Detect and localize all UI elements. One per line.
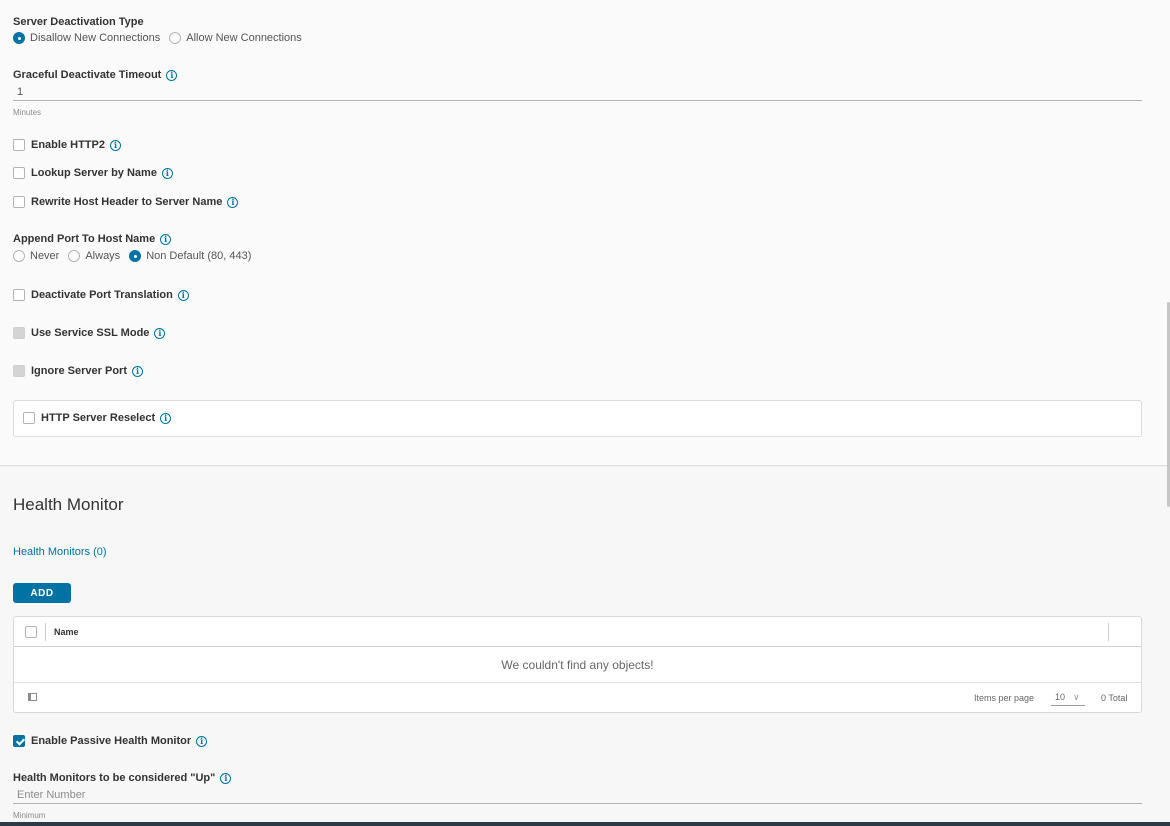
ignore-port-label: Ignore Server Port — [31, 365, 127, 377]
items-per-page-label: Items per page — [974, 693, 1035, 703]
radio-always[interactable] — [68, 250, 81, 262]
deactivation-type-radio-group: Disallow New Connections Allow New Conne… — [13, 32, 311, 44]
health-monitors-link[interactable]: Health Monitors (0) — [13, 546, 107, 558]
rewrite-host-row: Rewrite Host Header to Server Name i — [13, 196, 239, 208]
info-icon[interactable]: i — [131, 365, 143, 377]
column-toggle-icon[interactable] — [28, 693, 37, 701]
chevron-down-icon: ∨ — [1073, 691, 1080, 702]
up-label: Health Monitors to be considered "Up" — [13, 772, 216, 784]
total-count: 0 Total — [1101, 693, 1128, 703]
radio-allow-new-connections[interactable] — [169, 32, 182, 44]
port-translation-checkbox[interactable] — [13, 289, 25, 301]
enable-http2-label: Enable HTTP2 — [31, 139, 105, 151]
service-ssl-checkbox[interactable] — [13, 327, 25, 339]
datagrid-footer: Items per page 10 ∨ 0 Total — [14, 684, 1141, 712]
service-ssl-row: Use Service SSL Mode i — [13, 327, 166, 339]
info-icon[interactable]: i — [160, 233, 172, 245]
radio-non-default[interactable] — [129, 250, 142, 262]
radio-disallow-new-connections[interactable] — [13, 32, 25, 44]
up-label-row: Health Monitors to be considered "Up" i — [13, 772, 232, 784]
info-icon[interactable]: i — [177, 289, 189, 301]
datagrid-empty-message: We couldn't find any objects! — [14, 648, 1141, 683]
radio-label-non-default: Non Default (80, 443) — [146, 250, 252, 262]
info-icon[interactable]: i — [160, 412, 172, 424]
passive-health-checkbox[interactable] — [13, 735, 25, 747]
select-all-checkbox[interactable] — [25, 626, 37, 638]
info-icon[interactable]: i — [196, 735, 208, 747]
radio-label-never: Never — [30, 250, 60, 262]
up-count-helper: Minimum — [13, 811, 46, 820]
timeout-label: Graceful Deactivate Timeout — [13, 69, 162, 81]
health-monitors-datagrid: Name We couldn't find any objects! Items… — [13, 616, 1142, 713]
enable-http2-row: Enable HTTP2 i — [13, 139, 121, 151]
items-per-page-select[interactable]: 10 ∨ — [1051, 689, 1085, 706]
service-ssl-label: Use Service SSL Mode — [31, 327, 150, 339]
radio-label-allow: Allow New Connections — [186, 32, 302, 44]
http-reselect-checkbox[interactable] — [23, 412, 35, 424]
rewrite-host-label: Rewrite Host Header to Server Name — [31, 196, 223, 208]
column-separator[interactable] — [1108, 623, 1109, 641]
radio-label-always: Always — [85, 250, 121, 262]
passive-health-label: Enable Passive Health Monitor — [31, 735, 192, 747]
column-header-name[interactable]: Name — [54, 627, 79, 637]
info-icon[interactable]: i — [220, 772, 232, 784]
timeout-input[interactable] — [13, 84, 1142, 101]
datagrid-header: Name — [14, 617, 1141, 647]
port-translation-label: Deactivate Port Translation — [31, 289, 173, 301]
health-monitor-title: Health Monitor — [13, 495, 124, 514]
lookup-server-checkbox[interactable] — [13, 167, 25, 179]
info-icon[interactable]: i — [154, 327, 166, 339]
rewrite-host-checkbox[interactable] — [13, 196, 25, 208]
deactivation-type-label: Server Deactivation Type — [13, 16, 144, 28]
radio-never[interactable] — [13, 250, 25, 262]
ignore-port-row: Ignore Server Port i — [13, 365, 143, 377]
port-translation-row: Deactivate Port Translation i — [13, 289, 189, 301]
add-health-monitor-button[interactable]: ADD — [13, 583, 71, 603]
ignore-port-checkbox[interactable] — [13, 365, 25, 377]
append-port-label: Append Port To Host Name — [13, 233, 156, 245]
radio-label-disallow: Disallow New Connections — [30, 32, 161, 44]
info-icon[interactable]: i — [161, 167, 173, 179]
passive-health-row: Enable Passive Health Monitor i — [13, 735, 208, 747]
timeout-label-row: Graceful Deactivate Timeout i — [13, 69, 178, 81]
enable-http2-checkbox[interactable] — [13, 139, 25, 151]
http-reselect-row: HTTP Server Reselect i — [23, 412, 172, 424]
http-reselect-label: HTTP Server Reselect — [41, 412, 156, 424]
up-count-input[interactable] — [13, 787, 1142, 804]
info-icon[interactable]: i — [109, 139, 121, 151]
items-per-page-value: 10 — [1055, 692, 1066, 702]
lookup-server-label: Lookup Server by Name — [31, 167, 157, 179]
info-icon[interactable]: i — [227, 196, 239, 208]
append-port-label-row: Append Port To Host Name i — [13, 233, 172, 245]
footer-bar — [0, 822, 1170, 826]
http-server-reselect-card — [13, 400, 1142, 437]
append-port-radio-group: Never Always Non Default (80, 443) — [13, 250, 260, 262]
info-icon[interactable]: i — [166, 69, 178, 81]
lookup-server-row: Lookup Server by Name i — [13, 167, 173, 179]
timeout-helper: Minutes — [13, 108, 42, 117]
column-separator[interactable] — [45, 623, 46, 641]
